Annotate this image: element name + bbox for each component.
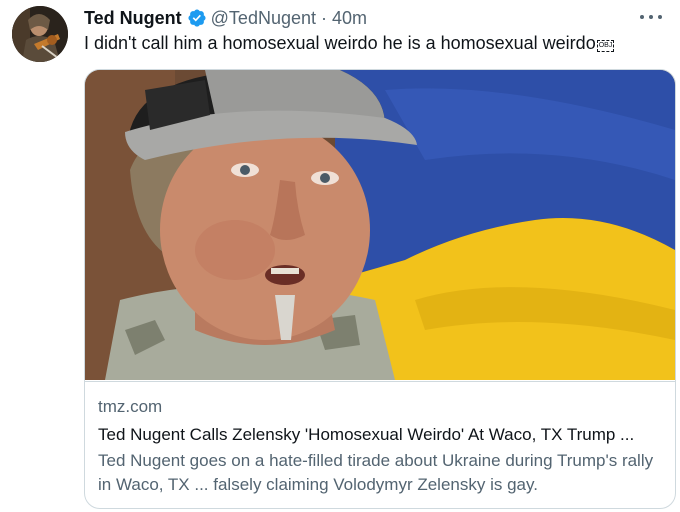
- card-photo: [85, 70, 675, 380]
- link-card[interactable]: tmz.com Ted Nugent Calls Zelensky 'Homos…: [84, 69, 676, 509]
- separator-dot: ·: [321, 7, 327, 28]
- object-replacement-glyph: OBJ: [596, 40, 615, 52]
- card-image[interactable]: [85, 70, 675, 380]
- tweet: Ted Nugent @TedNugent · 40m I didn't cal…: [0, 0, 680, 512]
- author-name[interactable]: Ted Nugent: [84, 8, 182, 29]
- avatar-photo: [12, 6, 68, 62]
- more-options-icon[interactable]: [640, 8, 662, 26]
- verified-badge-icon: [187, 8, 207, 28]
- card-title: Ted Nugent Calls Zelensky 'Homosexual We…: [98, 425, 635, 444]
- more-dot: [658, 15, 662, 19]
- more-dot: [649, 15, 653, 19]
- card-domain: tmz.com: [98, 397, 163, 416]
- tweet-timestamp[interactable]: 40m: [332, 8, 367, 29]
- card-body[interactable]: tmz.com Ted Nugent Calls Zelensky 'Homos…: [85, 381, 675, 508]
- more-dot: [640, 15, 644, 19]
- author-avatar[interactable]: [12, 6, 68, 62]
- tweet-header: Ted Nugent @TedNugent · 40m: [84, 7, 367, 29]
- author-handle[interactable]: @TedNugent: [211, 8, 316, 29]
- tweet-text: I didn't call him a homosexual weirdo he…: [84, 33, 596, 53]
- card-description: Ted Nugent goes on a hate-filled tirade …: [98, 451, 654, 494]
- tweet-text-line: I didn't call him a homosexual weirdo he…: [84, 33, 615, 54]
